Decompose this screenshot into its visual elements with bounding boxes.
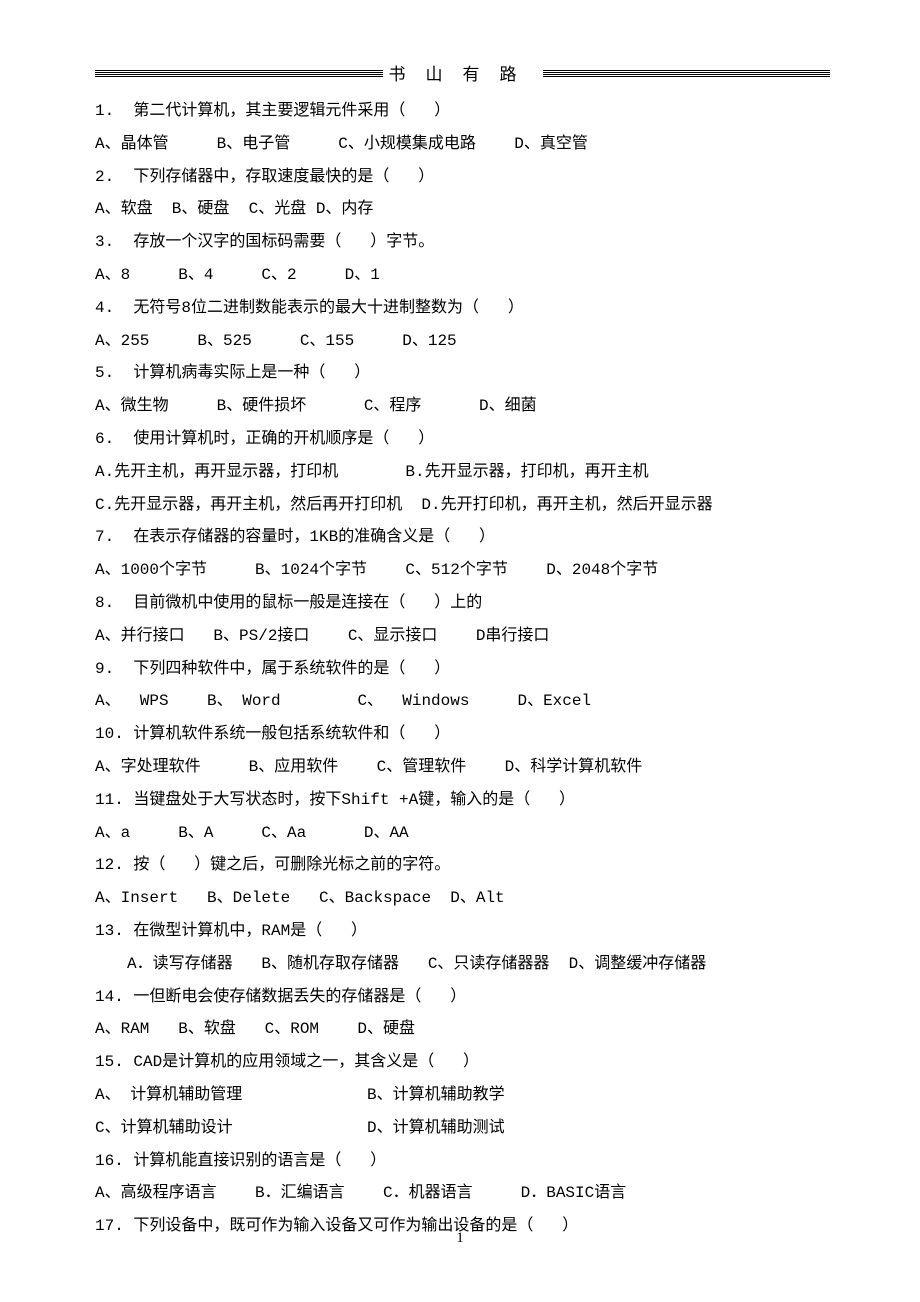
text-line: C.先开显示器，再开主机，然后再开打印机 D.先开打印机，再开主机，然后开显示器	[95, 489, 830, 522]
document-content: 1. 第二代计算机，其主要逻辑元件采用（ ）A、晶体管 B、电子管 C、小规模集…	[95, 95, 830, 1243]
text-line: 11. 当键盘处于大写状态时，按下Shift +A键，输入的是（ ）	[95, 784, 830, 817]
text-line: A、 WPS B、 Word C、 Windows D、Excel	[95, 685, 830, 718]
text-line: 15. CAD是计算机的应用领域之一，其含义是（ ）	[95, 1046, 830, 1079]
text-line: A、8 B、4 C、2 D、1	[95, 259, 830, 292]
text-line: A.先开主机，再开显示器，打印机 B.先开显示器，打印机，再开主机	[95, 456, 830, 489]
text-line: 1. 第二代计算机，其主要逻辑元件采用（ ）	[95, 95, 830, 128]
page-header-title: 书山有路	[95, 60, 830, 85]
text-line: A、高级程序语言 B．汇编语言 C．机器语言 D．BASIC语言	[95, 1177, 830, 1210]
document-page: 书山有路 1. 第二代计算机，其主要逻辑元件采用（ ）A、晶体管 B、电子管 C…	[0, 0, 920, 1243]
page-number: 1	[0, 1230, 920, 1247]
text-line: 3. 存放一个汉字的国标码需要（ ）字节。	[95, 226, 830, 259]
text-line: A、Insert B、Delete C、Backspace D、Alt	[95, 882, 830, 915]
text-line: A．读写存储器 B、随机存取存储器 C、只读存储器器 D、调整缓冲存储器	[95, 948, 830, 981]
text-line: 13. 在微型计算机中，RAM是（ ）	[95, 915, 830, 948]
text-line: 12. 按（ ）键之后，可删除光标之前的字符。	[95, 849, 830, 882]
text-line: A、1000个字节 B、1024个字节 C、512个字节 D、2048个字节	[95, 554, 830, 587]
text-line: 2. 下列存储器中，存取速度最快的是（ ）	[95, 161, 830, 194]
text-line: A、a B、A C、Aa D、AA	[95, 817, 830, 850]
text-line: 7. 在表示存储器的容量时，1KB的准确含义是（ ）	[95, 521, 830, 554]
text-line: C、计算机辅助设计 D、计算机辅助测试	[95, 1112, 830, 1145]
text-line: A、RAM B、软盘 C、ROM D、硬盘	[95, 1013, 830, 1046]
text-line: 9. 下列四种软件中，属于系统软件的是（ ）	[95, 653, 830, 686]
text-line: 5. 计算机病毒实际上是一种（ ）	[95, 357, 830, 390]
text-line: A、微生物 B、硬件损坏 C、程序 D、细菌	[95, 390, 830, 423]
text-line: A、字处理软件 B、应用软件 C、管理软件 D、科学计算机软件	[95, 751, 830, 784]
header-title-text: 书山有路	[383, 65, 543, 84]
text-line: A、并行接口 B、PS/2接口 C、显示接口 D串行接口	[95, 620, 830, 653]
text-line: 8. 目前微机中使用的鼠标一般是连接在（ ）上的	[95, 587, 830, 620]
header-container: 书山有路	[95, 70, 830, 77]
text-line: 16. 计算机能直接识别的语言是（ ）	[95, 1145, 830, 1178]
text-line: 14. 一但断电会使存储数据丢失的存储器是（ ）	[95, 981, 830, 1014]
text-line: 6. 使用计算机时，正确的开机顺序是（ ）	[95, 423, 830, 456]
text-line: A、 计算机辅助管理 B、计算机辅助教学	[95, 1079, 830, 1112]
text-line: A、255 B、525 C、155 D、125	[95, 325, 830, 358]
text-line: 10. 计算机软件系统一般包括系统软件和（ ）	[95, 718, 830, 751]
text-line: A、软盘 B、硬盘 C、光盘 D、内存	[95, 193, 830, 226]
text-line: 4. 无符号8位二进制数能表示的最大十进制整数为（ ）	[95, 292, 830, 325]
text-line: A、晶体管 B、电子管 C、小规模集成电路 D、真空管	[95, 128, 830, 161]
